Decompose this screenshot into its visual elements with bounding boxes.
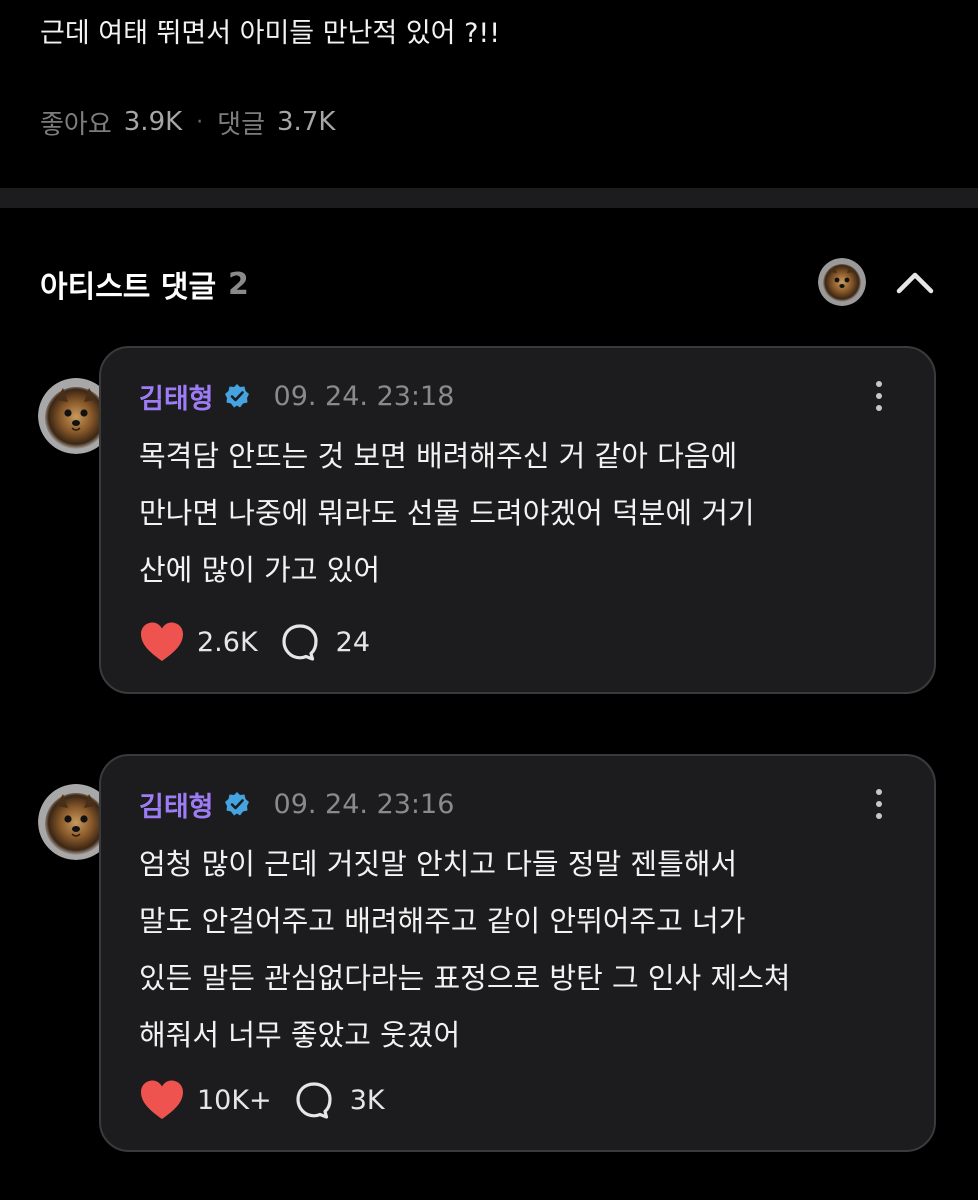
section-title: 아티스트 댓글 (40, 270, 217, 305)
comment-line: 산에 많이 가고 있어 (139, 553, 381, 587)
reply-button[interactable]: 24 (258, 622, 370, 662)
comment-timestamp: 09. 24. 23:16 (273, 788, 455, 820)
heart-icon (141, 1080, 183, 1119)
comment-timestamp: 09. 24. 23:18 (273, 380, 455, 412)
comment-actions: 2.6K 24 (139, 620, 370, 664)
likes-count: 3.9K (123, 107, 183, 137)
verified-badge-icon (224, 792, 249, 816)
post-text: 근데 여태 뛰면서 아미들 만난적 있어 ?!! (40, 18, 501, 49)
speech-bubble-icon (282, 624, 318, 661)
likes-label: 좋아요 (40, 109, 112, 140)
artist-comments-header: 아티스트 댓글 2 (40, 262, 249, 306)
artist-avatar[interactable] (818, 258, 866, 306)
verified-badge-icon (224, 384, 249, 408)
comment-card: 김태형 09. 24. 23:16 엄청 많이 근데 거짓말 안치고 다들 정말… (99, 754, 936, 1152)
comment-line: 만나면 나중에 뭐라도 선물 드려야겠어 덕분에 거기 (139, 496, 755, 530)
comment-card: 김태형 09. 24. 23:18 목격담 안뜨는 것 보면 배려해주신 거 같… (99, 346, 936, 694)
more-vertical-icon[interactable] (864, 378, 894, 414)
heart-icon (141, 622, 183, 661)
comment-line: 목격담 안뜨는 것 보면 배려해주신 거 같아 다음에 (139, 439, 738, 473)
reply-count: 3K (349, 1084, 385, 1116)
comment-line: 말도 안걸어주고 배려해주고 같이 안뛰어주고 너가 (139, 904, 746, 938)
comments-count[interactable]: 3.7K (277, 107, 335, 137)
comment-text: 엄청 많이 근데 거짓말 안치고 다들 정말 젠틀해서 말도 안걸어주고 배려해… (139, 836, 909, 1064)
reply-button[interactable]: 3K (272, 1080, 385, 1120)
speech-bubble-icon (296, 1082, 332, 1119)
like-button[interactable]: 2.6K (139, 621, 258, 663)
reply-count: 24 (335, 626, 371, 658)
collapse-chevron-up-icon[interactable] (894, 266, 936, 298)
comment-text: 목격담 안뜨는 것 보면 배려해주신 거 같아 다음에 만나면 나중에 뭐라도 … (139, 428, 909, 599)
stat-separator: · (196, 109, 204, 135)
comment-line: 엄청 많이 근데 거짓말 안치고 다들 정말 젠틀해서 (139, 847, 738, 881)
section-count: 2 (228, 266, 249, 302)
comment-line: 있든 말든 관심없다라는 표정으로 방탄 그 인사 제스쳐 (139, 961, 791, 995)
section-divider (0, 188, 978, 208)
comment-author-name[interactable]: 김태형 (139, 785, 214, 824)
comment-author-name[interactable]: 김태형 (139, 377, 214, 416)
like-count: 10K+ (197, 1084, 272, 1116)
comment-actions: 10K+ 3K (139, 1078, 385, 1122)
comment-header: 김태형 09. 24. 23:16 (139, 784, 454, 824)
comment-line: 해줘서 너무 좋았고 웃겼어 (139, 1018, 461, 1052)
like-count: 2.6K (197, 626, 258, 658)
comments-label[interactable]: 댓글 (217, 104, 265, 141)
like-button[interactable]: 10K+ (139, 1079, 272, 1121)
comment-header: 김태형 09. 24. 23:18 (139, 376, 454, 416)
post-stats: 좋아요 3.9K · 댓글 3.7K (40, 104, 335, 140)
more-vertical-icon[interactable] (864, 786, 894, 822)
